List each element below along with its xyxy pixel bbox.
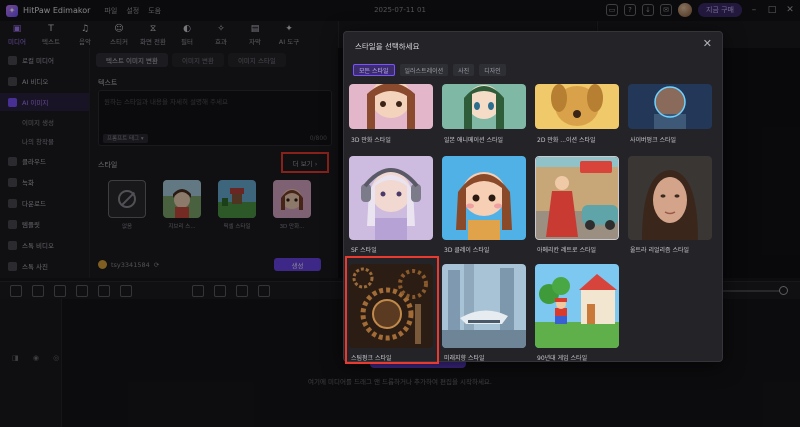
modal-title: 스타일을 선택하세요 (355, 42, 420, 51)
style-card-image (628, 84, 712, 129)
style-card-image (535, 264, 619, 348)
style-card-image (442, 264, 526, 348)
selection-highlight (345, 256, 439, 364)
tab-all-styles[interactable]: 모든 스타일 (353, 64, 395, 76)
tab-design[interactable]: 디자인 (479, 64, 506, 76)
style-card-image (535, 84, 619, 129)
style-card-image (442, 156, 526, 240)
tab-illustration[interactable]: 일러스트레이션 (399, 64, 449, 76)
tab-photo[interactable]: 사진 (453, 64, 475, 76)
style-card-image (442, 84, 526, 129)
style-card-image (628, 156, 712, 240)
style-card-image (349, 84, 433, 129)
close-icon[interactable]: ✕ (703, 37, 712, 50)
style-card-image (349, 156, 433, 240)
style-card-image (535, 156, 619, 240)
